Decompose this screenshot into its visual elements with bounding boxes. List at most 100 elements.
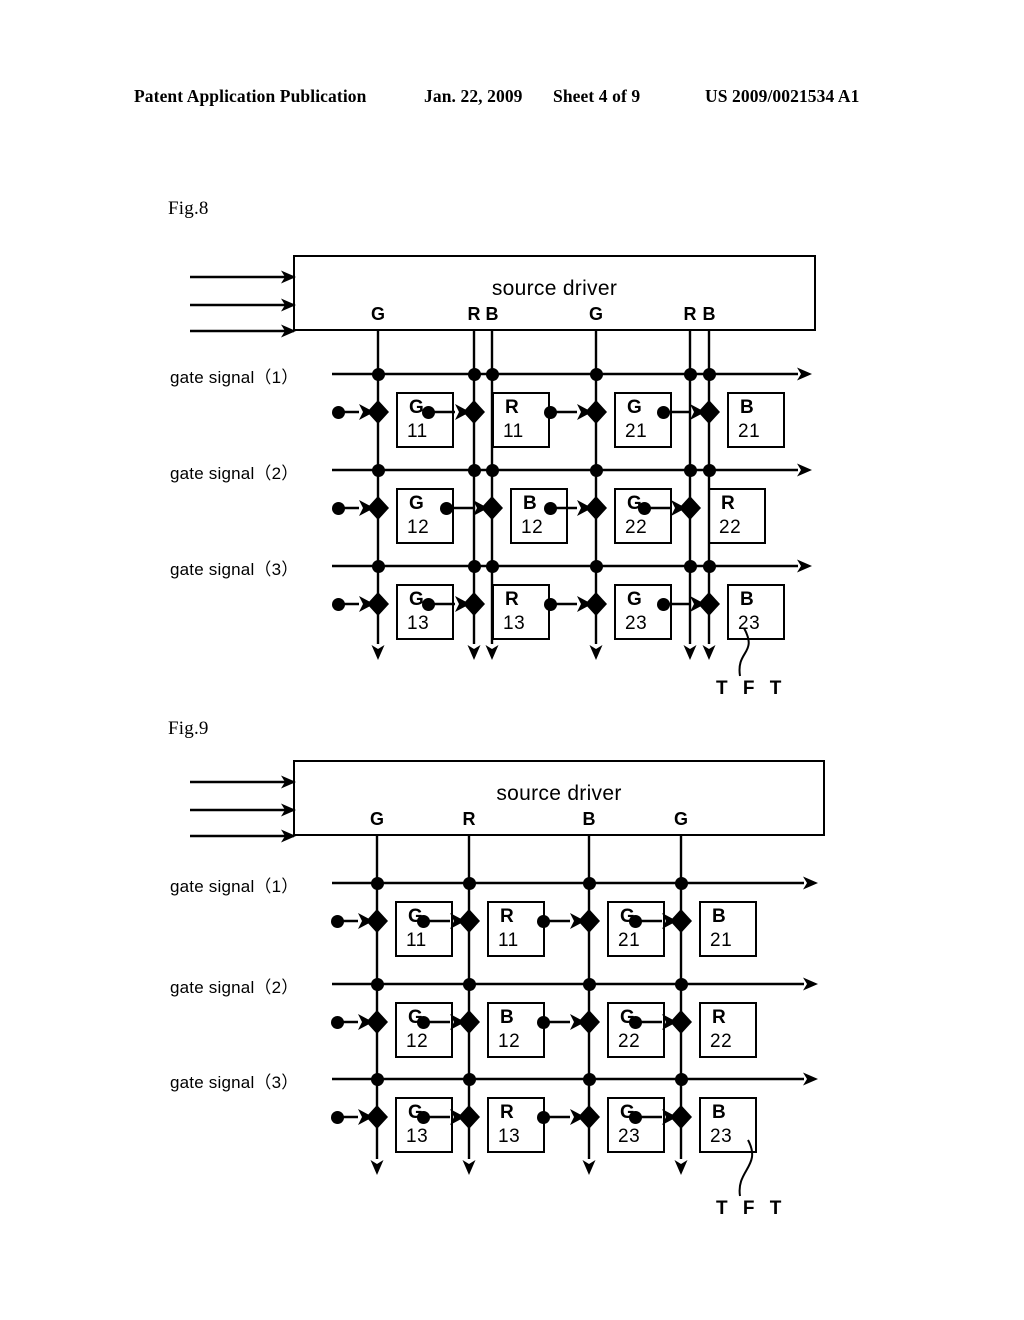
source-line-arrow [674, 1160, 688, 1175]
source-line-arrow [582, 1160, 596, 1175]
gate-line-arrow [797, 463, 812, 477]
source-line-arrow [467, 645, 481, 660]
pixel-index-label: 11 [406, 930, 427, 951]
tft-gate-feed-dot [416, 1110, 430, 1124]
tft-symbol [671, 496, 701, 520]
gate-signal-label: gate signal（3） [170, 1073, 299, 1092]
tft-symbol [358, 909, 388, 933]
gate-source-junction-dot [702, 463, 716, 477]
pixel-color-label: B [712, 1102, 726, 1123]
gate-signal-label: gate signal（1） [170, 368, 299, 387]
tft-gate-feed-dot [421, 597, 435, 611]
tft-symbol [577, 496, 607, 520]
pixel-index-label: 11 [498, 930, 519, 951]
gate-source-junction-dot [702, 559, 716, 573]
pixel-color-label: R [505, 397, 519, 418]
gate-source-junction-dot [371, 559, 385, 573]
tft-symbol [570, 1010, 600, 1034]
header-date: Jan. 22, 2009 [424, 86, 523, 106]
tft-symbol [359, 400, 389, 424]
gate-source-junction-dot [370, 1072, 384, 1086]
gate-source-junction-dot [674, 1072, 688, 1086]
pixel-color-label: R [505, 589, 519, 610]
gate-source-junction-dot [370, 977, 384, 991]
pixel-index-label: 21 [738, 421, 761, 442]
tft-symbol [570, 1105, 600, 1129]
gate-source-junction-dot [589, 559, 603, 573]
figure-label-9: Fig.9 [168, 718, 209, 739]
source-column-label: R [462, 809, 476, 829]
tft-symbol [662, 1010, 692, 1034]
tft-callout-label: T F T [716, 1198, 787, 1219]
source-driver-title-fig8: source driver [491, 277, 618, 300]
source-column-label: G [673, 809, 688, 829]
gate-signal-label: gate signal（2） [170, 978, 299, 997]
pixel-color-label: B [523, 493, 537, 514]
pixel-color-label: R [721, 493, 735, 514]
tft-symbol [455, 592, 485, 616]
tft-symbol [359, 592, 389, 616]
gate-source-junction-dot [485, 463, 499, 477]
gate-line-arrow [797, 559, 812, 573]
source-line-arrow [683, 645, 697, 660]
page-header: Patent Application Publication Jan. 22, … [0, 86, 1024, 112]
tft-gate-feed-dot [330, 914, 344, 928]
pixel-color-label: B [740, 397, 754, 418]
gate-source-junction-dot [702, 367, 716, 381]
source-column-label: G [369, 809, 384, 829]
tft-gate-feed-dot [543, 405, 557, 419]
tft-gate-feed-dot [439, 501, 453, 515]
tft-gate-feed-dot [543, 597, 557, 611]
figure-label-8: Fig.8 [168, 198, 209, 219]
source-line-arrow [702, 645, 716, 660]
pixel-color-label: R [500, 906, 514, 927]
gate-line-arrow [803, 1072, 818, 1086]
tft-symbol [450, 1105, 480, 1129]
tft-symbol [662, 909, 692, 933]
tft-symbol [473, 496, 503, 520]
tft-gate-feed-dot [330, 1015, 344, 1029]
gate-source-junction-dot [462, 1072, 476, 1086]
pixel-index-label: 23 [710, 1126, 733, 1147]
gate-source-junction-dot [371, 463, 385, 477]
pixel-index-label: 12 [407, 517, 430, 538]
pixel-index-label: 13 [407, 613, 430, 634]
pixel-index-label: 12 [406, 1031, 429, 1052]
tft-gate-feed-dot [331, 405, 345, 419]
pixel-index-label: 13 [406, 1126, 429, 1147]
gate-source-junction-dot [683, 367, 697, 381]
tft-symbol [358, 1010, 388, 1034]
tft-gate-feed-dot [416, 1015, 430, 1029]
gate-line-arrow [803, 876, 818, 890]
gate-signal-label: gate signal（1） [170, 877, 299, 896]
source-column-label: B [702, 304, 716, 324]
pixel-index-label: 23 [738, 613, 761, 634]
gate-source-junction-dot [467, 367, 481, 381]
pixel-index-label: 23 [625, 613, 648, 634]
tft-symbol [690, 592, 720, 616]
pixel-index-label: 23 [618, 1126, 641, 1147]
gate-source-junction-dot [485, 559, 499, 573]
gate-source-junction-dot [683, 463, 697, 477]
source-line-arrow [371, 645, 385, 660]
source-column-label: G [588, 304, 603, 324]
gate-source-junction-dot [589, 463, 603, 477]
gate-source-junction-dot [371, 367, 385, 381]
tft-symbol [577, 400, 607, 424]
gate-source-junction-dot [582, 1072, 596, 1086]
source-line-arrow [589, 645, 603, 660]
gate-line-arrow [803, 977, 818, 991]
gate-source-junction-dot [674, 876, 688, 890]
gate-signal-label: gate signal（2） [170, 464, 299, 483]
pixel-color-label: G [627, 589, 642, 610]
tft-gate-feed-dot [330, 1110, 344, 1124]
pixel-color-label: B [712, 906, 726, 927]
tft-symbol [690, 400, 720, 424]
pixel-index-label: 21 [618, 930, 641, 951]
tft-symbol [455, 400, 485, 424]
gate-source-junction-dot [582, 977, 596, 991]
tft-gate-feed-dot [331, 501, 345, 515]
source-column-label: B [582, 809, 596, 829]
tft-gate-feed-dot [536, 1015, 550, 1029]
gate-source-junction-dot [467, 463, 481, 477]
